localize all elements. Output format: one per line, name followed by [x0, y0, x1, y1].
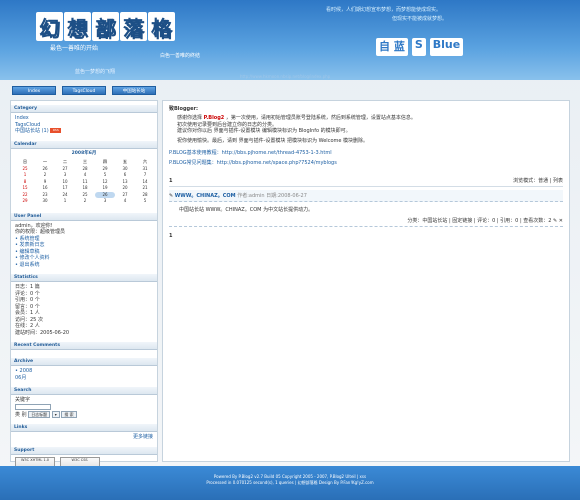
top-nav: Index TagsCloud 中国站长站 [12, 86, 156, 95]
tagline-3: 蓝色一梦想的飞翔 [75, 69, 116, 75]
recent-comments [11, 350, 157, 354]
user-panel-title: User Panel [11, 212, 157, 221]
deco-text-1: 自 蓝 [376, 38, 408, 56]
user-link-label: 系统管理 [19, 235, 40, 242]
post-title[interactable]: WWW。CHINAZ。COM [175, 193, 236, 199]
calendar-day[interactable]: 29 [15, 198, 35, 205]
user-link-label: 修改个人资料 [19, 255, 50, 261]
category-chinaz[interactable]: 中国站长站 (1) [15, 128, 49, 134]
pager-current[interactable]: 1 [169, 178, 172, 184]
pblog-name: P.Blog2 [203, 115, 225, 121]
logo-char-2: 想 [64, 12, 91, 41]
welcome-para-1a: 感谢你选择 [177, 115, 203, 121]
header-decoration: 自 蓝 S Blue [376, 36, 516, 58]
search-type-select[interactable]: 日志标题 [28, 410, 51, 418]
calendar-day[interactable]: 19 [95, 185, 115, 192]
search-panel: 关键字 类 别 日志标题 ▾ 搜 索 [11, 395, 157, 420]
welcome-para-1c: ，第一次使用，请用初始管理员账号登陆系统，然后到系统管理，设置站点基本信息。 [225, 115, 416, 121]
help-link-tutorial[interactable]: P.BLOG基本使用教程：http://bbs.pjhome.net/threa… [169, 150, 563, 157]
page: 幻想部落格 最色一善唯的开始 白色一善唯的终结 蓝色一梦想的飞翔 看时候，人们期… [0, 0, 580, 500]
user-link-label: 编辑草稿 [19, 248, 40, 255]
nav-tagscloud[interactable]: TagsCloud [62, 86, 106, 95]
search-title: Search [11, 387, 157, 395]
site-logo[interactable]: 幻想部落格 [36, 12, 176, 41]
statistics: 日志：1 篇 评论：0 个 引用：0 个 留言：0 个 会员：1 人 访问：25… [11, 282, 157, 338]
post-footer: 分类：中国站长站 | 固定链接 | 评论：0 | 引用：0 | 查看次数：2 ✎… [169, 217, 563, 227]
nav-index[interactable]: Index [12, 86, 56, 95]
calendar-day[interactable]: 3 [95, 198, 115, 205]
main-content: 致Blogger: 感谢你选择 P.Blog2 ，第一次使用，请用初始管理员账号… [162, 100, 570, 462]
deco-text-2: S [411, 38, 426, 56]
post-meta: 作者:admin 日期:2008-06-27 [237, 193, 307, 199]
category-tagscloud[interactable]: TagsCloud [15, 122, 40, 128]
welcome-body: 感谢你选择 P.Blog2 ，第一次使用，请用初始管理员账号登陆系统，然后到系统… [169, 115, 563, 144]
calendar: 2008年6月 日 一 二 三 四 五 六 25 26 27 28 29 30 31 1 2 3 4… [11, 149, 157, 209]
calendar-day[interactable]: 5 [135, 198, 155, 205]
post-header: ✎ WWW。CHINAZ。COM 作者:admin 日期:2008-06-27 [169, 190, 563, 202]
user-link-label: 发表新日志 [19, 242, 45, 248]
search-input[interactable] [15, 403, 51, 410]
logo-char-3: 部 [92, 12, 119, 41]
category-title: Category [11, 105, 157, 113]
deco-text-3: Blue [429, 38, 464, 56]
calendar-week: 29 30 1 2 3 4 5 [15, 198, 155, 205]
user-link-label: 退出系统 [19, 261, 40, 268]
user-link-logout[interactable]: • 退出系统 [15, 262, 153, 269]
search-type-dropdown-icon[interactable]: ▾ [51, 410, 60, 418]
edit-icon[interactable]: ✎ [553, 218, 557, 224]
logo-char-5: 格 [148, 12, 175, 41]
header-quote-2: 但现实不能被成就梦想。 [392, 16, 448, 22]
help-link-faq[interactable]: P.BLOG常见问题集：http://bbs.pjhome.net/space.… [169, 160, 563, 167]
sidebar: Category Index TagsCloud 中国站长站 (1) RSS C… [10, 100, 158, 471]
archive-title: Archive [11, 358, 157, 366]
user-panel: admin，欢迎你! 你的权限：超级管理员 • 系统管理 • 发表新日志 • 编… [11, 221, 157, 271]
header-banner: 幻想部落格 最色一善唯的开始 白色一善唯的终结 蓝色一梦想的飞翔 看时候，人们期… [0, 0, 580, 80]
archive: • 2008 06月 [11, 366, 157, 383]
search-category-label: 类 别 [15, 411, 27, 418]
nav-chinaz[interactable]: 中国站长站 [112, 86, 156, 95]
pager-bar: 1 浏览模式：普通 | 列表 [169, 175, 563, 187]
calendar-body: 25 26 27 28 29 30 31 1 2 3 4 5 6 7 8 9 10 11 12 13 14 15 16 17 1… [15, 166, 155, 205]
support-title: Support [11, 446, 157, 455]
archive-year-label: 2008 [19, 368, 33, 374]
welcome-para-3: 建议你对你以后 界面与插件-设置模块 编辑模块标识为 BlogInfo 的模块即… [177, 128, 351, 134]
search-keyword-label: 关键字 [15, 397, 31, 403]
archive-month[interactable]: 06月 [15, 375, 153, 382]
post-footer-text[interactable]: 分类：中国站长站 | 固定链接 | 评论：0 | 引用：0 | 查看次数：2 [407, 218, 551, 224]
footer: Powered By P.Blog2 v2.7 Build 05 Copyrig… [0, 466, 580, 500]
url-band: http://www.hkmoon.nbsip.net/blog/index.p… [240, 74, 331, 79]
recent-comments-title: Recent Comments [11, 342, 157, 350]
welcome-greeting: 致Blogger: [169, 106, 198, 112]
logo-char-4: 落 [120, 12, 147, 41]
post-icon: ✎ [169, 193, 174, 199]
logo-char-1: 幻 [36, 12, 63, 41]
calendar-day[interactable]: 30 [35, 198, 55, 205]
calendar-title: Calendar [11, 140, 157, 149]
calendar-month[interactable]: 2008年6月 [15, 151, 153, 158]
search-button[interactable]: 搜 索 [61, 410, 77, 418]
tagline-2: 白色一善唯的终结 [160, 53, 201, 59]
view-mode-switch[interactable]: 浏览模式：普通 | 列表 [513, 177, 563, 184]
more-links[interactable]: 更多链接 [133, 434, 153, 440]
calendar-day[interactable]: 2 [75, 198, 95, 205]
links-panel: 更多链接 [11, 432, 157, 443]
pager-bottom[interactable]: 1 [169, 233, 563, 239]
stat-line: 建站时间：2005-06-20 [15, 329, 70, 336]
statistics-title: Statistics [11, 274, 157, 282]
help-links: P.BLOG基本使用教程：http://bbs.pjhome.net/threa… [169, 150, 563, 167]
footer-line-2: Processed in 0.070125 second(s), 1 queri… [206, 480, 374, 485]
calendar-table: 日 一 二 三 四 五 六 25 26 27 28 29 30 31 1 2 3 4 5 6 7 8 9 10 1… [15, 159, 155, 205]
post-body: 中国站长站 WWW。CHINAZ。COM 为中文站长提供动力。 [179, 207, 314, 213]
welcome-para-4: 祝你使用愉快。最后，请到 界面与插件-设置模块 把模块标识为 Welcome 模… [177, 137, 369, 144]
category-list: Index TagsCloud 中国站长站 (1) RSS [11, 113, 157, 137]
tagline-1: 最色一善唯的开始 [50, 45, 99, 52]
links-title: Links [11, 424, 157, 432]
header-quote-1: 看时候，人们期幻想宣布梦想，而梦想能使成现实。 [326, 7, 442, 13]
calendar-day[interactable]: 4 [115, 198, 135, 205]
rss-icon[interactable]: RSS [50, 128, 62, 133]
category-index[interactable]: Index [15, 115, 29, 121]
calendar-day[interactable]: 1 [55, 198, 75, 205]
delete-icon[interactable]: ✕ [559, 218, 563, 224]
